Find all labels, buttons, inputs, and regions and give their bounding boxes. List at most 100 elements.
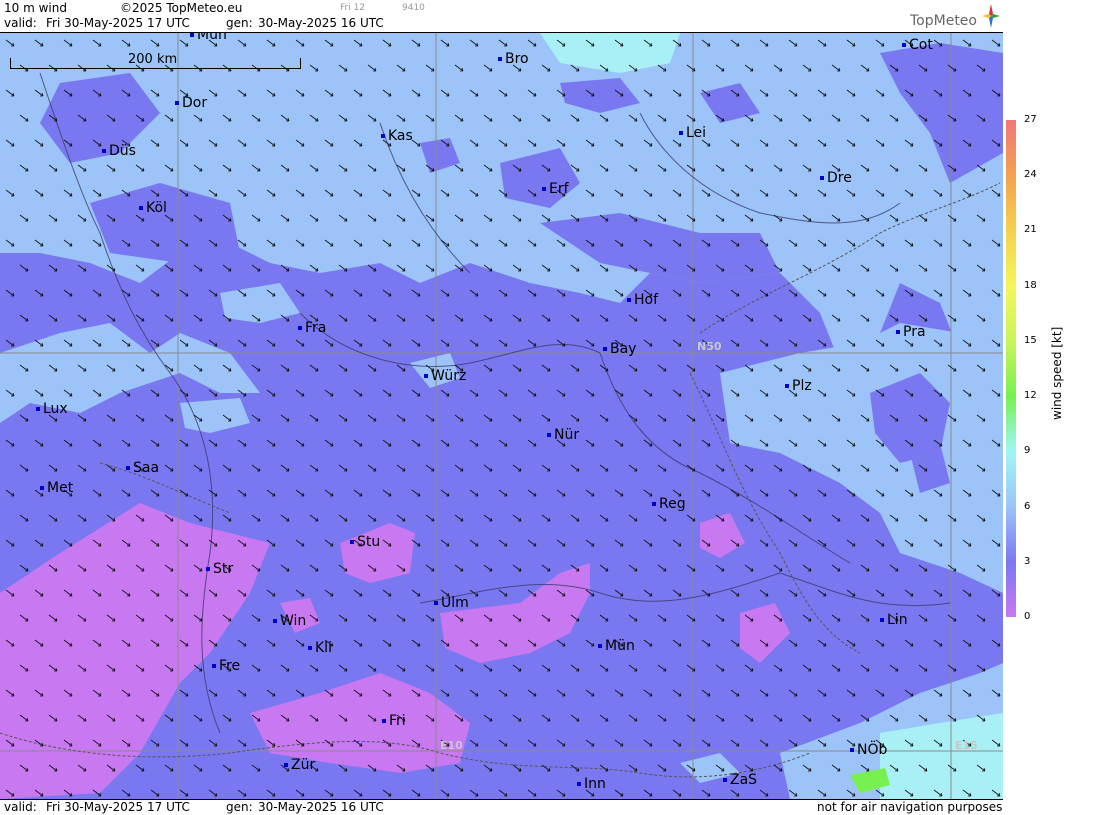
wind-arrow-icon [831, 714, 841, 722]
wind-arrow-icon [396, 464, 406, 472]
city-label: Nür [554, 427, 580, 443]
wind-arrow-icon [643, 639, 653, 647]
wind-arrow-icon [266, 439, 276, 447]
city-label: Kli [315, 640, 332, 656]
valid-time: Fri 30-May-2025 17 UTC [46, 16, 190, 30]
wind-arrow-icon [512, 464, 522, 472]
wind-arrow-icon [498, 689, 508, 697]
wind-arrow-icon [759, 789, 769, 797]
map-header: 10 m wind ©2025 TopMeteo.eu Fri 12 9410 … [0, 0, 1003, 33]
wind-arrow-icon [208, 689, 218, 697]
wind-arrow-icon [440, 439, 450, 447]
wind-arrow-icon [251, 364, 261, 372]
wind-arrow-icon [730, 589, 740, 597]
wind-arrow-icon [92, 439, 102, 447]
legend-tick-label: 15 [1024, 334, 1037, 346]
city-marker-icon [896, 330, 900, 334]
wind-arrow-icon [556, 739, 566, 747]
wind-arrow-icon [570, 714, 580, 722]
wind-arrow-icon [48, 514, 58, 522]
wind-arrow-icon [672, 589, 682, 597]
wind-arrow-icon [440, 789, 450, 797]
legend-color-band [1006, 340, 1016, 397]
city-muen: Mün [598, 638, 635, 654]
wind-arrow-icon [512, 414, 522, 422]
wind-arrow-icon [77, 414, 87, 422]
city-lux: Lux [36, 401, 68, 417]
wind-arrow-icon [686, 714, 696, 722]
wind-arrow-icon [527, 389, 537, 397]
city-bro: Bro [498, 51, 529, 67]
wind-arrow-icon [77, 514, 87, 522]
wind-arrow-icon [208, 789, 218, 797]
wind-arrow-icon [440, 339, 450, 347]
wind-arrow-icon [440, 539, 450, 547]
wind-arrow-icon [599, 414, 609, 422]
wind-map[interactable]: 200 km N50 E10 E15 Mün Bro Cot Dor Kas Lei Düs… [0, 33, 1003, 799]
wind-arrow-icon [469, 539, 479, 547]
wind-arrow-icon [817, 589, 827, 597]
city-dor: Dor [175, 95, 207, 111]
city-marker-icon [298, 326, 302, 330]
grid-label-e15: E15 [955, 739, 978, 752]
wind-arrow-icon [773, 714, 783, 722]
wind-arrow-icon [556, 789, 566, 797]
wind-arrow-icon [498, 739, 508, 747]
wind-arrow-icon [788, 739, 798, 747]
city-label: Lin [887, 612, 908, 628]
legend-tick-label: 9 [1024, 445, 1031, 457]
wind-arrow-icon [498, 589, 508, 597]
wind-arrow-icon [715, 714, 725, 722]
wind-arrow-icon [527, 439, 537, 447]
wind-arrow-icon [773, 564, 783, 572]
wind-arrow-icon [222, 464, 232, 472]
wind-arrow-icon [933, 639, 943, 647]
wind-arrow-icon [875, 539, 885, 547]
wind-arrow-icon [106, 314, 116, 322]
wind-arrow-icon [788, 489, 798, 497]
wind-arrow-icon [208, 289, 218, 297]
wind-arrow-icon [773, 314, 783, 322]
wind-arrow-icon [179, 439, 189, 447]
compass-logo-icon [982, 4, 1000, 28]
wind-arrow-icon [193, 514, 203, 522]
map-title: 10 m wind [4, 1, 67, 15]
city-label: Lux [43, 401, 68, 417]
wind-arrow-icon [759, 489, 769, 497]
wind-arrow-icon [541, 764, 551, 772]
wind-arrow-icon [266, 589, 276, 597]
wind-arrow-icon [208, 439, 218, 447]
wind-arrow-icon [266, 339, 276, 347]
wind-arrow-icon [208, 489, 218, 497]
wind-arrow-icon [411, 789, 421, 797]
wind-arrow-icon [599, 464, 609, 472]
wind-arrow-icon [324, 339, 334, 347]
wind-arrow-icon [179, 689, 189, 697]
city-dre: Dre [820, 170, 852, 186]
copyright: ©2025 TopMeteo.eu [120, 1, 243, 15]
wind-arrow-icon [860, 614, 870, 622]
wind-arrow-icon [614, 439, 624, 447]
wind-arrow-icon [324, 439, 334, 447]
wind-arrow-icon [773, 664, 783, 672]
wind-arrow-icon [904, 689, 914, 697]
wind-arrow-icon [686, 564, 696, 572]
wind-arrow-icon [570, 414, 580, 422]
wind-arrow-icon [686, 364, 696, 372]
legend-tick-label: 0 [1024, 611, 1031, 622]
wind-arrow-icon [802, 514, 812, 522]
wind-arrow-icon [715, 464, 725, 472]
wind-arrow-icon [512, 514, 522, 522]
wind-arrow-icon [425, 614, 435, 622]
wind-arrow-icon [686, 414, 696, 422]
wind-arrow-icon [237, 689, 247, 697]
wind-arrow-icon [643, 689, 653, 697]
city-marker-icon [785, 384, 789, 388]
legend-tick-label: 12 [1024, 390, 1037, 402]
city-ulm: Ulm [434, 595, 469, 611]
city-marker-icon [36, 407, 40, 411]
wind-arrow-icon [802, 564, 812, 572]
city-label: Erf [549, 181, 569, 197]
wind-arrow-icon [237, 339, 247, 347]
wind-arrow-icon [846, 589, 856, 597]
